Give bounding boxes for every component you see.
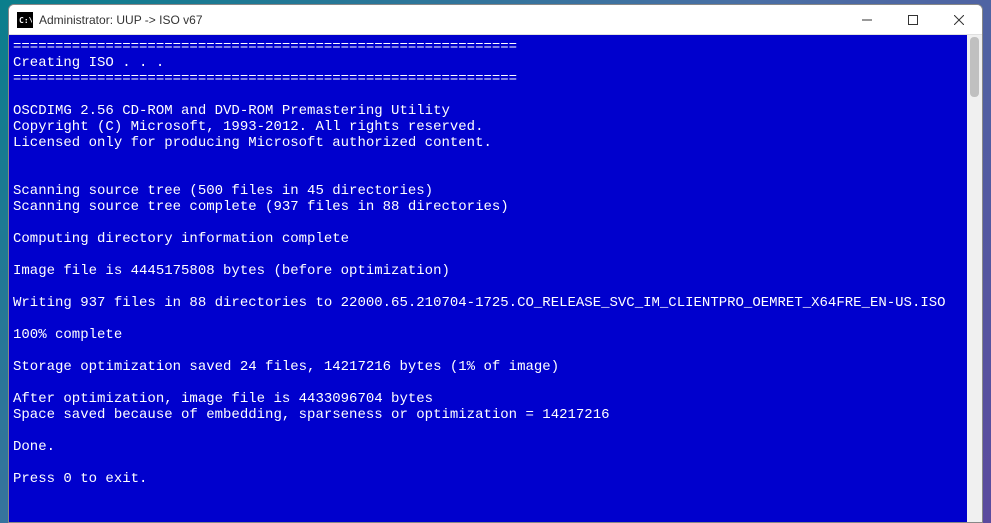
close-button[interactable]	[936, 5, 982, 34]
scrollbar[interactable]	[967, 35, 982, 522]
maximize-button[interactable]	[890, 5, 936, 34]
app-window: C:\ Administrator: UUP -> ISO v67 ======…	[8, 4, 983, 523]
minimize-button[interactable]	[844, 5, 890, 34]
titlebar[interactable]: C:\ Administrator: UUP -> ISO v67	[9, 5, 982, 35]
window-title: Administrator: UUP -> ISO v67	[39, 13, 844, 27]
scrollbar-thumb[interactable]	[970, 37, 979, 97]
svg-text:C:\: C:\	[19, 16, 32, 25]
window-controls	[844, 5, 982, 34]
cmd-icon: C:\	[17, 12, 33, 28]
terminal-wrapper: ========================================…	[9, 35, 982, 522]
terminal-output[interactable]: ========================================…	[9, 35, 967, 522]
